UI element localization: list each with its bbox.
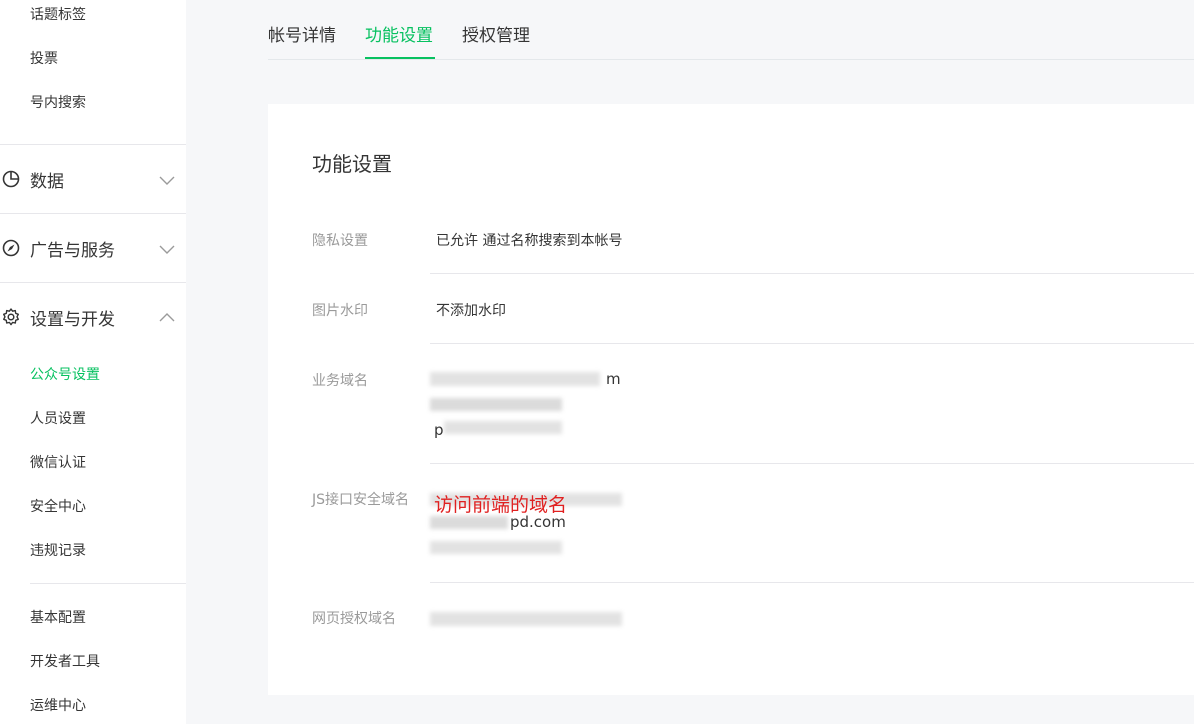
sidebar-group-label: 广告与服务 bbox=[30, 240, 115, 261]
sidebar-item-ops-center[interactable]: 运维中心 bbox=[30, 696, 86, 716]
sidebar-group-data[interactable]: 数据 bbox=[0, 161, 186, 197]
row-divider bbox=[430, 343, 1194, 344]
redacted-region bbox=[430, 372, 600, 386]
redacted-region bbox=[430, 541, 562, 554]
sidebar-item-basic-config[interactable]: 基本配置 bbox=[30, 608, 86, 628]
sidebar-item-violations[interactable]: 违规记录 bbox=[30, 541, 86, 561]
tab-function-settings[interactable]: 功能设置 bbox=[365, 24, 433, 48]
sidebar-item-topics[interactable]: 话题标签 bbox=[30, 5, 86, 25]
row-divider bbox=[430, 582, 1194, 583]
redacted-region bbox=[444, 421, 562, 434]
domain-fragment: pd.com bbox=[510, 513, 566, 531]
row-divider bbox=[430, 273, 1194, 274]
sidebar-divider bbox=[30, 583, 186, 584]
row-label-js-domain: JS接口安全域名 bbox=[312, 492, 410, 508]
sidebar-item-verification[interactable]: 微信认证 bbox=[30, 453, 86, 473]
sidebar-divider bbox=[0, 213, 186, 214]
sidebar: 话题标签 投票 号内搜索 数据 广告与服务 设置与开发 公众号设置 人员设置 微… bbox=[0, 0, 186, 724]
tab-account-details[interactable]: 帐号详情 bbox=[268, 24, 336, 48]
row-label-privacy: 隐私设置 bbox=[312, 233, 368, 249]
sidebar-item-staff[interactable]: 人员设置 bbox=[30, 409, 86, 429]
redacted-region bbox=[430, 516, 508, 529]
gear-icon bbox=[1, 307, 21, 327]
sidebar-group-ads[interactable]: 广告与服务 bbox=[0, 230, 186, 266]
sidebar-item-search[interactable]: 号内搜索 bbox=[30, 93, 86, 113]
active-tab-indicator bbox=[365, 57, 435, 59]
sidebar-item-security[interactable]: 安全中心 bbox=[30, 497, 86, 517]
row-divider bbox=[430, 463, 1194, 464]
sidebar-group-label: 数据 bbox=[30, 171, 64, 192]
row-value-watermark: 不添加水印 bbox=[436, 303, 506, 319]
sidebar-item-dev-tools[interactable]: 开发者工具 bbox=[30, 652, 100, 672]
sidebar-item-vote[interactable]: 投票 bbox=[30, 49, 58, 69]
row-label-watermark: 图片水印 bbox=[312, 303, 368, 319]
row-label-business-domain: 业务域名 bbox=[312, 373, 368, 389]
pie-chart-icon bbox=[1, 169, 21, 189]
sidebar-group-settings[interactable]: 设置与开发 bbox=[0, 299, 186, 335]
chevron-down-icon bbox=[158, 240, 176, 258]
domain-fragment: m bbox=[606, 370, 621, 388]
redacted-region bbox=[430, 612, 622, 626]
domain-fragment: p bbox=[434, 421, 444, 439]
row-label-web-auth-domain: 网页授权域名 bbox=[312, 611, 396, 627]
sidebar-divider bbox=[0, 282, 186, 283]
tab-authorization[interactable]: 授权管理 bbox=[462, 24, 530, 48]
chevron-up-icon bbox=[158, 309, 176, 327]
row-value-privacy: 已允许 通过名称搜索到本帐号 bbox=[436, 233, 623, 249]
redacted-region bbox=[430, 398, 562, 411]
settings-card: 功能设置 隐私设置 已允许 通过名称搜索到本帐号 图片水印 不添加水印 业务域名… bbox=[268, 104, 1194, 695]
sidebar-divider bbox=[0, 144, 186, 145]
sidebar-group-label: 设置与开发 bbox=[30, 309, 115, 330]
card-title: 功能设置 bbox=[312, 152, 392, 176]
compass-icon bbox=[1, 238, 21, 258]
sidebar-item-account-settings[interactable]: 公众号设置 bbox=[30, 365, 100, 385]
chevron-down-icon bbox=[158, 171, 176, 189]
